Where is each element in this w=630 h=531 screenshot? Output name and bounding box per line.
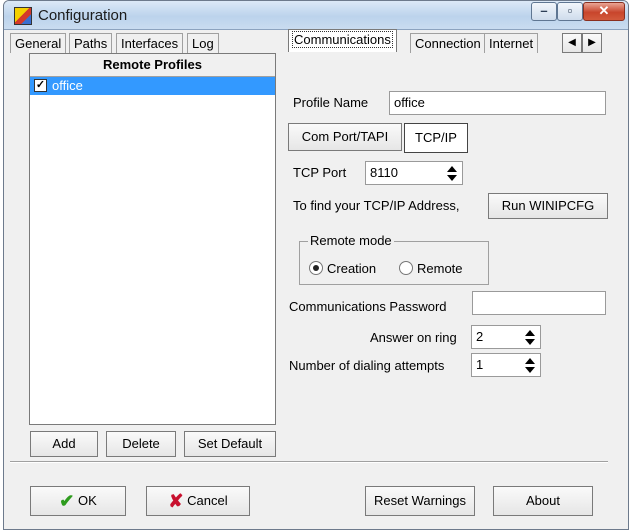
arrow-left-icon: ◀: [568, 37, 576, 48]
profile-name-input[interactable]: office: [389, 91, 606, 115]
answer-on-ring-label: Answer on ring: [370, 330, 457, 345]
answer-on-ring-spinner[interactable]: [521, 326, 539, 348]
remote-profiles-header: Remote Profiles: [30, 54, 275, 77]
minimize-button[interactable]: –: [531, 2, 557, 21]
tab-communications[interactable]: Communications: [288, 29, 397, 52]
tab-communications-label: Communications: [292, 31, 393, 48]
tab-connection[interactable]: Connection: [410, 33, 486, 53]
tab-interfaces[interactable]: Interfaces: [116, 33, 184, 53]
close-button[interactable]: ✕: [583, 2, 625, 21]
remote-mode-group: Remote mode Creation Remote: [299, 233, 489, 285]
run-winipcfg-button[interactable]: Run WINIPCFG: [488, 193, 608, 219]
maximize-icon: ▫: [567, 3, 573, 18]
tab-internet[interactable]: Internet: [484, 33, 539, 53]
profile-label: office: [52, 78, 83, 93]
window-title: Configuration: [38, 7, 128, 24]
footer-separator: [10, 461, 608, 463]
tcp-port-spinner[interactable]: [443, 162, 461, 184]
tab-log[interactable]: Log: [187, 33, 219, 53]
spin-down-icon[interactable]: [447, 175, 457, 181]
dialing-attempts-label: Number of dialing attempts: [289, 358, 445, 373]
spin-up-icon[interactable]: [525, 330, 535, 336]
communications-password-input[interactable]: [472, 291, 606, 315]
tab-general[interactable]: General: [10, 33, 67, 53]
checkmark-icon: ✔: [59, 491, 75, 511]
profile-name-label: Profile Name: [293, 95, 369, 110]
cancel-button[interactable]: ✘ Cancel: [146, 486, 250, 516]
radio-creation-indicator[interactable]: [309, 261, 323, 275]
find-ip-label: To find your TCP/IP Address,: [293, 198, 460, 213]
x-icon: ✘: [168, 491, 184, 511]
spin-down-icon[interactable]: [525, 367, 535, 373]
radio-remote[interactable]: Remote: [399, 261, 463, 276]
remote-profiles-list[interactable]: Remote Profiles ✓ office: [29, 53, 276, 425]
title-bar[interactable]: Configuration – ▫ ✕: [4, 1, 628, 30]
spin-up-icon[interactable]: [447, 166, 457, 172]
dialing-attempts-spinner[interactable]: [521, 354, 539, 376]
spin-down-icon[interactable]: [525, 339, 535, 345]
radio-remote-label: Remote: [417, 261, 463, 276]
subtab-tcp-ip[interactable]: TCP/IP: [404, 123, 468, 153]
maximize-button[interactable]: ▫: [557, 2, 583, 21]
radio-creation-label: Creation: [327, 261, 377, 276]
ok-button[interactable]: ✔ OK: [30, 486, 126, 516]
configuration-app-icon: [14, 7, 32, 25]
remote-mode-legend: Remote mode: [308, 233, 394, 248]
add-profile-button[interactable]: Add: [30, 431, 98, 457]
tab-scroll-left-button[interactable]: ◀: [562, 33, 582, 53]
dialog-client-area: General Paths Interfaces Log Communicati…: [10, 29, 622, 523]
subtab-com-port-tapi[interactable]: Com Port/TAPI: [288, 123, 402, 151]
profile-checkbox[interactable]: ✓: [34, 79, 47, 92]
reset-warnings-button[interactable]: Reset Warnings: [365, 486, 475, 516]
radio-creation[interactable]: Creation: [309, 261, 376, 276]
minimize-icon: –: [540, 3, 548, 18]
about-button[interactable]: About: [493, 486, 593, 516]
arrow-right-icon: ▶: [588, 37, 596, 48]
configuration-window: Configuration – ▫ ✕ General Paths Interf…: [3, 0, 629, 530]
close-icon: ✕: [598, 3, 610, 18]
spin-up-icon[interactable]: [525, 358, 535, 364]
communications-password-label: Communications Password: [289, 299, 447, 314]
delete-profile-button[interactable]: Delete: [106, 431, 176, 457]
ok-label: OK: [77, 493, 97, 508]
tcp-port-label: TCP Port: [293, 165, 347, 180]
set-default-button[interactable]: Set Default: [184, 431, 276, 457]
tab-paths[interactable]: Paths: [69, 33, 113, 53]
radio-remote-indicator[interactable]: [399, 261, 413, 275]
cancel-label: Cancel: [187, 493, 228, 508]
profile-list-item[interactable]: ✓ office: [30, 77, 275, 95]
tab-scroll-right-button[interactable]: ▶: [582, 33, 602, 53]
